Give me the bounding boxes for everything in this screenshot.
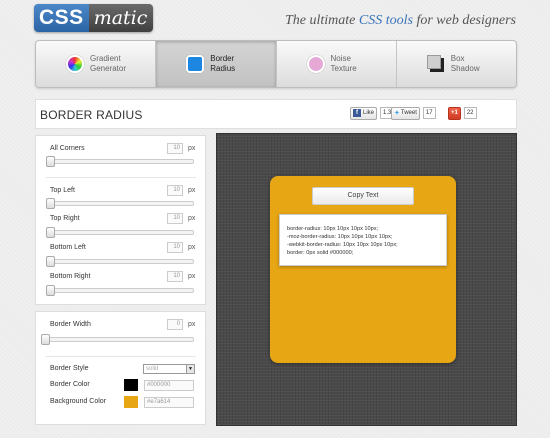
tagline: The ultimate CSS tools for web designers <box>285 13 516 29</box>
background-color-label: Background Color <box>50 398 107 405</box>
facebook-icon: f <box>353 109 361 117</box>
divider <box>46 177 196 178</box>
tweet-button[interactable]: ✦ Tweet <box>391 106 420 120</box>
border-color-input[interactable]: #000000 <box>144 380 194 391</box>
border-radius-icon <box>188 57 203 71</box>
top-right-slider[interactable] <box>48 230 194 235</box>
tagline-prefix: The ultimate <box>284 13 359 28</box>
tab-label-line1: Border <box>210 54 235 63</box>
tab-border-radius[interactable]: Border Radius <box>156 41 277 87</box>
tab-label-line2: Shadow <box>450 64 480 73</box>
all-corners-input[interactable]: 10 <box>167 143 183 154</box>
page-title: BORDER RADIUS <box>40 108 143 122</box>
preview-area: Copy Text border-radius: 10px 10px 10px … <box>216 133 517 426</box>
top-right-label: Top Right <box>50 215 80 222</box>
top-left-unit: px <box>188 187 196 194</box>
twitter-tweet: ✦ Tweet 17 <box>391 106 436 120</box>
tab-gradient-generator[interactable]: Gradient Generator <box>36 41 157 87</box>
box-shadow-icon <box>426 55 441 69</box>
chevron-down-icon: ▼ <box>186 365 194 373</box>
tweet-count: 17 <box>422 107 436 119</box>
google-plus-one: +1 22 <box>448 106 477 120</box>
bottom-right-label: Bottom Right <box>50 273 91 280</box>
code-line: -moz-border-radius: 10px 10px 10px 10px; <box>287 234 393 240</box>
bottom-right-slider[interactable] <box>48 288 194 293</box>
logo-matic: matic <box>88 4 154 32</box>
border-width-slider-handle[interactable] <box>41 334 50 345</box>
all-corners-label: All Corners <box>50 145 85 152</box>
google-plus-one-button[interactable]: +1 <box>448 106 461 120</box>
top-right-slider-handle[interactable] <box>46 227 55 238</box>
all-corners-unit: px <box>188 145 196 152</box>
corners-panel: All Corners 10 px Top Left 10 px Top Rig… <box>35 135 206 305</box>
facebook-like-button[interactable]: f Like <box>350 106 378 120</box>
tab-label-line2: Generator <box>90 64 127 73</box>
border-width-slider[interactable] <box>48 337 194 342</box>
border-panel: Border Width 0 px Border Style solid ▼ Bo… <box>35 311 206 425</box>
top-right-input[interactable]: 10 <box>167 213 183 224</box>
top-right-unit: px <box>188 215 196 222</box>
divider <box>46 356 196 357</box>
top-left-label: Top Left <box>50 187 75 194</box>
all-corners-slider-handle[interactable] <box>46 156 55 167</box>
tool-nav: Gradient Generator Border Radius Noise Text… <box>35 40 517 88</box>
code-line: -webkit-border-radius: 10px 10px 10px 10… <box>287 242 398 248</box>
code-line: border-radius: 10px 10px 10px 10px; <box>287 226 379 232</box>
tagline-highlight: CSS tools <box>358 13 413 28</box>
logo-css: CSS <box>34 4 89 32</box>
border-style-select[interactable]: solid ▼ <box>143 364 195 374</box>
facebook-like-label: Like <box>363 110 375 116</box>
tab-label: Gradient Generator <box>90 54 126 74</box>
google-plus-one-count: 22 <box>463 107 477 119</box>
tab-label: Noise Texture <box>331 54 357 74</box>
preview-box: Copy Text border-radius: 10px 10px 10px … <box>270 176 456 363</box>
noise-icon <box>306 55 325 73</box>
border-width-input[interactable]: 0 <box>167 319 183 330</box>
twitter-icon: ✦ <box>394 110 400 117</box>
bottom-right-unit: px <box>188 273 196 280</box>
tab-noise-texture[interactable]: Noise Texture <box>277 41 397 87</box>
tab-label: Box Shadow <box>451 54 480 74</box>
border-width-label: Border Width <box>50 321 91 328</box>
border-color-label: Border Color <box>50 381 90 388</box>
tab-label-line2: Radius <box>210 64 236 73</box>
bottom-left-label: Bottom Left <box>50 244 86 251</box>
bottom-left-slider-handle[interactable] <box>46 256 55 267</box>
border-style-label: Border Style <box>50 365 89 372</box>
bottom-right-slider-handle[interactable] <box>46 285 55 296</box>
top-left-slider-handle[interactable] <box>46 198 55 209</box>
bottom-right-input[interactable]: 10 <box>167 271 183 282</box>
bottom-left-slider[interactable] <box>48 259 194 264</box>
background-color-input[interactable]: #e7a614 <box>144 397 194 408</box>
tagline-suffix: for web designers <box>412 13 516 28</box>
tab-label: Border Radius <box>210 54 235 74</box>
border-style-value: solid <box>146 366 159 372</box>
gradient-icon <box>66 55 84 73</box>
tab-label-line1: Gradient <box>90 54 121 63</box>
code-line: border: 0px solid #000000; <box>287 250 354 256</box>
copy-text-button[interactable]: Copy Text <box>312 187 414 205</box>
title-bar: BORDER RADIUS f Like 1.3k ✦ Tweet 17 +1 22 <box>35 99 517 129</box>
tab-box-shadow[interactable]: Box Shadow <box>397 41 516 87</box>
top-left-input[interactable]: 10 <box>167 185 183 196</box>
tweet-label: Tweet <box>400 110 417 116</box>
logo[interactable]: CSS matic <box>34 4 154 32</box>
all-corners-slider[interactable] <box>48 159 194 164</box>
css-code-output[interactable]: border-radius: 10px 10px 10px 10px; -moz… <box>279 214 447 266</box>
top-left-slider[interactable] <box>48 201 194 206</box>
tab-label-line1: Box <box>450 54 465 63</box>
border-color-swatch[interactable] <box>124 379 138 391</box>
bottom-left-input[interactable]: 10 <box>167 242 183 253</box>
border-width-unit: px <box>188 321 196 328</box>
background-color-swatch[interactable] <box>124 396 138 408</box>
bottom-left-unit: px <box>188 244 196 251</box>
tab-label-line1: Noise <box>330 54 351 63</box>
tab-label-line2: Texture <box>330 64 357 73</box>
